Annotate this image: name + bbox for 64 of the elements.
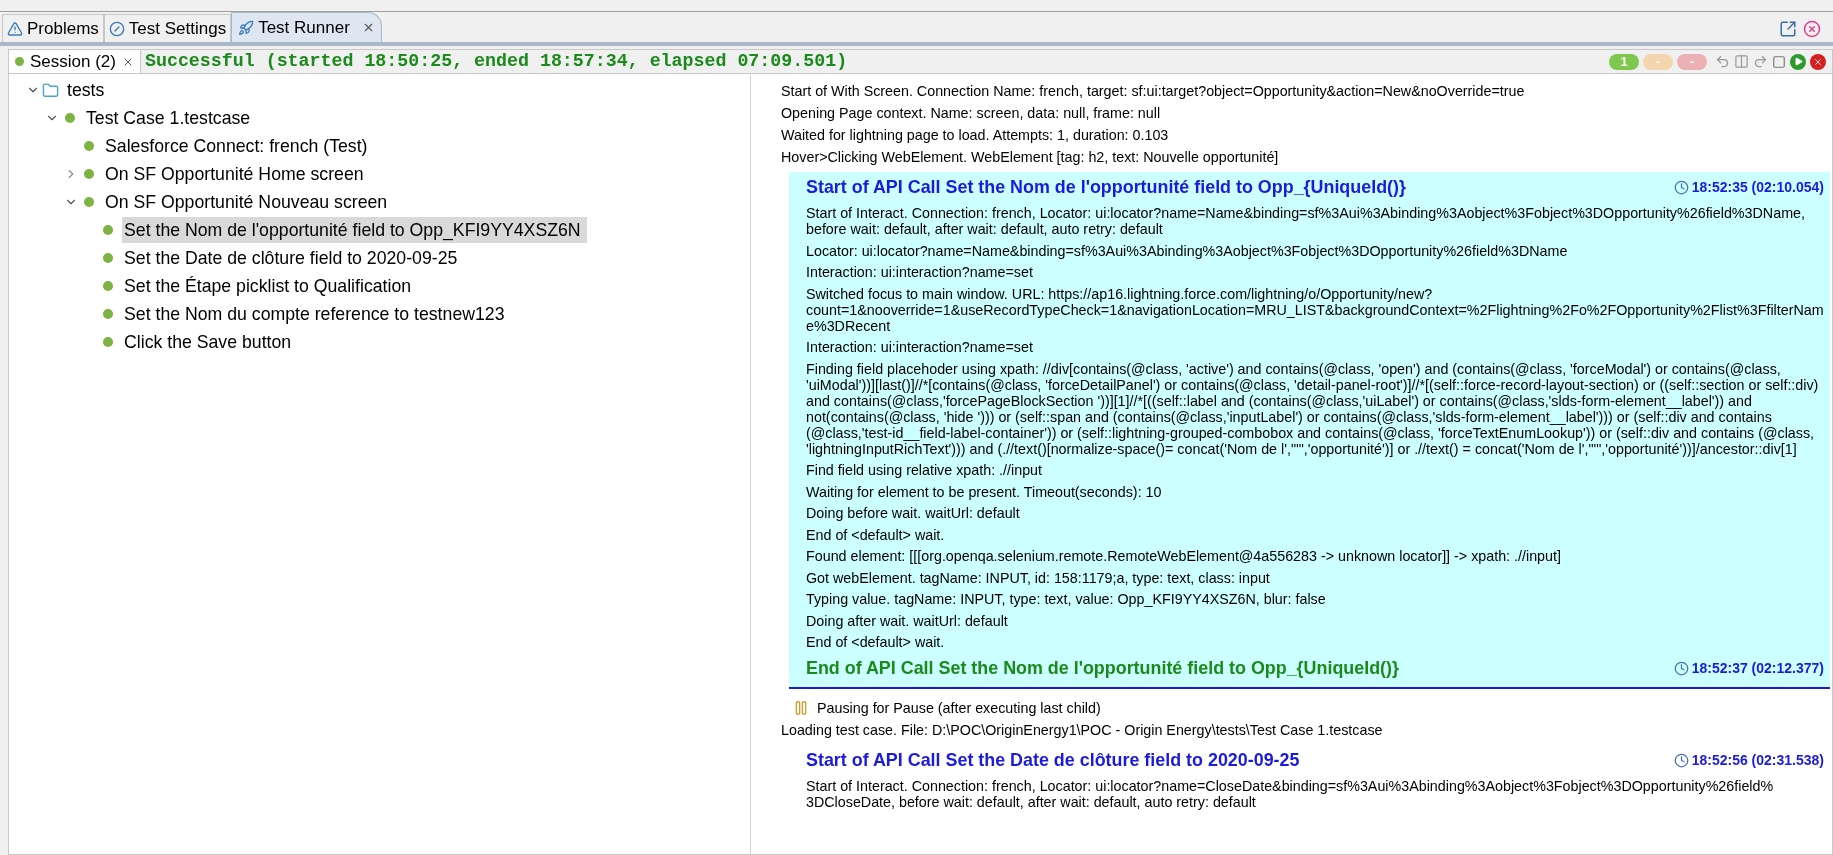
count-badge: -: [1643, 53, 1673, 70]
timestamp: 18:52:35 (02:10.054): [1691, 177, 1824, 197]
tab-icon: [7, 20, 23, 37]
log-line: Finding field placehoder using xpath: //div[contains(@class, 'active') and contains(@class, 'open') and (contains(@class, 'forceModal') or contains(@class, 'uiModal'))][last()]//*[contains(@class, 'forceDetailPanel') or contains(@class, 'detail-panel-root')]//*[(self::force-record-layout-section) or ((self::section or self::div) and contains(@class,'forcePageBlockSection '))][1]//*[((self::label and (contains(@class,'uiLabel') or contains(@class,'slds-form-element__label')) and not(contains(@class, 'hide '))) or (self::span and (contains(@class,'inputLabel') or contains(@class,'slds-form-element__label'))) or (self::div and contains (@class,'test-id__field-label-container')) or (self::lightning-grouped-combobox and contains(@class, 'forceTextEnumLookup')) or (self::div and contains (@class, 'lightningInputRichText'))) and (.//text()[normalize-space()= concat('Nom de l',"'",'opportunité')] or .//text() = concat('Nom de l',"'",'opportunité'))]/ancestor::div[1]: [806, 360, 1820, 457]
folder-icon: [42, 81, 59, 99]
tree-item[interactable]: Test Case 1.testcase: [84, 105, 257, 131]
tab[interactable]: Problems: [2, 14, 104, 42]
pause-icon[interactable]: [1734, 54, 1749, 69]
step-back-icon[interactable]: [1715, 54, 1730, 69]
log-line: Typing value. tagName: INPUT, type: text, value: Opp_KFI9YY4XSZ6N, blur: false: [806, 591, 1327, 607]
log-line: Got webElement. tagName: INPUT, id: 158:1179;a, type: text, class: input: [806, 569, 1271, 586]
log-line: Find field using relative xpath: .//input: [806, 462, 1044, 478]
tree-item[interactable]: tests: [65, 77, 111, 103]
log-line: Opening Page context. Name: screen, data: null, frame: null: [780, 104, 1162, 123]
log-line: Doing before wait. waitUrl: default: [806, 505, 1021, 521]
tree-item[interactable]: Click the Save button: [122, 329, 298, 355]
timestamp: 18:52:37 (02:12.377): [1691, 658, 1824, 678]
tree-item[interactable]: On SF Opportunité Home screen: [103, 161, 370, 187]
log-line: Interaction: ui:interaction?name=set: [806, 339, 1034, 355]
log-line: Hover>Clicking WebElement. WebElement [tag: h2, text: Nouvelle opportunité]: [780, 148, 1280, 167]
api-call-heading: End of API Call Set the Nom de l'opportunité field to Opp_{UniqueId()}: [806, 656, 1399, 680]
tab-label: Test Runner: [258, 16, 350, 39]
timestamp: 18:52:56 (02:31.538): [1691, 750, 1824, 770]
log-line: Start of Interact. Connection: french, Locator: ui:locator?name=CloseDate&binding=sf%3Aui%3Abinding%3Aobject%3Fobject%3DOpportunity%26field% 3DCloseDate, before wait: default, after wait: default, auto retry: default: [806, 778, 1775, 810]
run-status: Successful (started 18:50:25, ended 18:57:34, elapsed 07:09.501): [145, 49, 848, 73]
tab-label: Problems: [27, 17, 99, 40]
count-badge: -: [1677, 53, 1707, 70]
close-circle-icon[interactable]: [1803, 20, 1821, 38]
log-line: Found element: [[[org.openqa.selenium.remote.RemoteWebElement@4a556283 -> unknown locator]] -> xpath: .//input]: [806, 548, 1562, 564]
tab-label: Test Settings: [128, 17, 227, 40]
tree-item[interactable]: Salesforce Connect: french (Test): [103, 133, 374, 159]
export-icon[interactable]: [1779, 20, 1797, 38]
clock-icon: [1673, 179, 1689, 195]
log-line: Locator: ui:locator?name=Name&binding=sf%3Aui%3Abinding%3Aobject%3Fobject%3DOpportunity%26field%3DName: [806, 242, 1569, 259]
tree-item[interactable]: Set the Étape picklist to Qualification: [122, 273, 418, 299]
tab-icon: [238, 19, 255, 36]
api-call-heading: Start of API Call Set the Nom de l'opportunité field to Opp_{UniqueId()}: [806, 175, 1406, 199]
tab[interactable]: Test Runner: [231, 12, 382, 42]
clock-icon: [1673, 752, 1689, 768]
api-call-heading: Start of API Call Set the Date de clôture field to 2020-09-25: [806, 748, 1300, 772]
tab-icon: [108, 20, 125, 37]
tree-item[interactable]: Set the Date de clôture field to 2020-09-25: [122, 245, 464, 271]
log-line: Loading test case. File: D:\POC\OriginEnergy1\POC - Origin Energy\tests\Test Case 1.testcase: [780, 721, 1384, 740]
run-icon[interactable]: [1790, 53, 1806, 70]
tree-item[interactable]: On SF Opportunité Nouveau screen: [103, 189, 394, 215]
log-line: Switched focus to main window. URL: https://ap16.lightning.force.com/lightning/o/Opportunity/new? count=1&nooverride=1&useRecordTypeCheck=1&navigationLocation=MRU_LIST&backgroundContext=%2Flightning%2Fo%2FOpportunity%2Flist%3FfilterName%3DRecent: [806, 285, 1824, 334]
log-line: End of <default> wait.: [806, 634, 946, 650]
log-line: Start of With Screen. Connection Name: french, target: sf:ui:target?object=Opportunity&action=New&noOverride=true: [780, 82, 1526, 101]
tab[interactable]: Test Settings: [103, 14, 232, 42]
tree-item[interactable]: Set the Nom du compte reference to testnew123: [122, 301, 511, 327]
count-badge: 1: [1609, 53, 1639, 70]
log-line: Pausing for Pause (after executing last child): [817, 700, 1101, 716]
log-line: Interaction: ui:interaction?name=set: [806, 264, 1034, 280]
log-line: Waited for lightning page to load. Attempts: 1, duration: 0.103: [780, 126, 1170, 145]
log-line: End of <default> wait.: [806, 526, 946, 543]
log-line: Doing after wait. waitUrl: default: [806, 612, 1009, 629]
pause-icon: [793, 700, 809, 716]
tree-item[interactable]: Set the Nom de l'opportunité field to Opp_KFI9YY4XSZ6N: [122, 217, 587, 243]
step-over-icon[interactable]: [1753, 54, 1768, 69]
log-line: Waiting for element to be present. Timeout(seconds): 10: [806, 483, 1163, 500]
stop-icon[interactable]: [1772, 54, 1786, 69]
clock-icon: [1673, 660, 1689, 676]
terminate-icon[interactable]: [1810, 53, 1826, 70]
log-line: Start of Interact. Connection: french, Locator: ui:locator?name=Name&binding=sf%3Aui%3Abinding%3Aobject%3Fobject%3DOpportunity%26field%3DName, before wait: default, after wait: default, auto retry: default: [806, 205, 1806, 237]
